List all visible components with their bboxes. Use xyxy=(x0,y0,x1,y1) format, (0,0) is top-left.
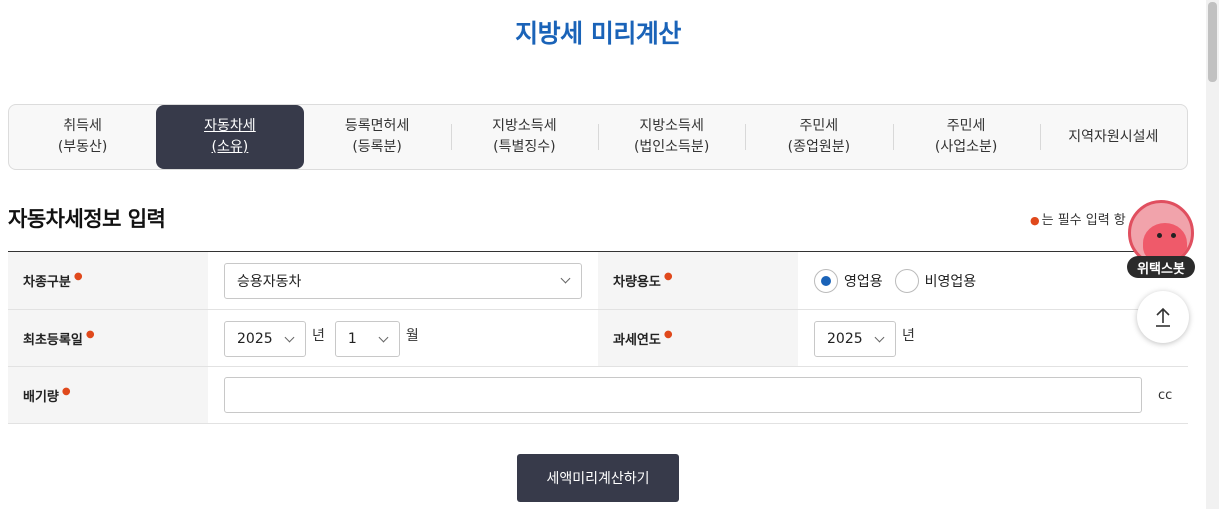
tab-sublabel: (종업원분) xyxy=(787,139,851,155)
tab-label: 자동차세 xyxy=(204,118,256,134)
tab-sublabel: (특별징수) xyxy=(493,139,556,155)
vehicle-type-label: 차종구분 ● xyxy=(8,252,208,309)
chevron-down-icon xyxy=(560,273,571,284)
tab-label: 등록면허세 xyxy=(344,118,410,134)
chevron-down-icon xyxy=(378,332,389,342)
vehicle-type-value: 승용자동차 xyxy=(237,273,302,290)
page-scrollbar[interactable] xyxy=(1206,0,1219,509)
registration-year-value: 2025 xyxy=(237,331,273,347)
chevron-down-icon xyxy=(874,332,885,342)
section-title: 자동차세정보 입력 xyxy=(8,207,166,231)
calculate-tax-button[interactable]: 세액미리계산하기 xyxy=(517,454,679,502)
tab-sublabel: (법인소득분) xyxy=(633,139,710,155)
vehicle-type-cell: 승용자동차 xyxy=(208,252,598,309)
year-unit: 년 xyxy=(902,328,915,344)
tab-label: 취득세 xyxy=(63,118,102,134)
tab-resident-tax-business[interactable]: 주민세 (사업소분) xyxy=(892,105,1040,169)
required-dot-icon: ● xyxy=(85,328,95,340)
tab-local-income-tax-corporate[interactable]: 지방소득세 (법인소득분) xyxy=(598,105,745,169)
tab-acquisition-tax[interactable]: 취득세 (부동산) xyxy=(9,105,156,169)
tax-year-label: 과세연도 ● xyxy=(598,310,798,366)
tab-label: 지역자원시설세 xyxy=(1068,128,1159,145)
month-unit: 월 xyxy=(405,328,419,344)
tab-sublabel: (사업소분) xyxy=(934,139,998,155)
form-row: 배기량 ● cc xyxy=(8,367,1188,424)
year-unit: 년 xyxy=(312,328,325,344)
registration-month-value: 1 xyxy=(347,331,357,347)
tab-registration-license-tax[interactable]: 등록면허세 (등록분) xyxy=(304,105,451,169)
first-registration-cell: 2025 년 1 월 xyxy=(208,310,598,366)
mascot-eye xyxy=(1171,233,1176,238)
field-label: 차종구분 xyxy=(23,275,71,290)
tab-resident-tax-employee[interactable]: 주민세 (종업원분) xyxy=(745,105,892,169)
tab-vehicle-tax[interactable]: 자동차세 (소유) xyxy=(156,105,304,169)
required-dot-icon: ● xyxy=(61,385,71,397)
form-row: 차종구분 ● 승용자동차 차량용도 ● 영업용 비영업용 xyxy=(8,252,1188,310)
required-dot-icon: ● xyxy=(663,271,673,282)
required-dot-icon: ● xyxy=(663,328,673,340)
vehicle-type-select[interactable]: 승용자동차 xyxy=(224,262,582,299)
vehicle-use-commercial-radio[interactable]: 영업용 xyxy=(814,268,883,293)
tab-regional-resource-facility-tax[interactable]: 지역자원시설세 xyxy=(1039,105,1187,169)
chatbot-widget[interactable]: 위택스봇 xyxy=(1126,198,1198,282)
first-registration-label: 최초등록일 ● xyxy=(8,310,208,366)
radio-label: 영업용 xyxy=(844,273,883,290)
radio-checked-icon xyxy=(814,268,838,293)
displacement-cell: cc xyxy=(208,367,1188,423)
tax-year-value: 2025 xyxy=(827,331,863,347)
tab-label: 주민세 xyxy=(946,118,986,134)
form-row: 최초등록일 ● 2025 년 1 월 과세연도 ● 2025 년 xyxy=(8,310,1188,367)
tax-year-select[interactable]: 2025 xyxy=(814,321,896,357)
page-title: 지방세 미리계산 xyxy=(515,19,681,48)
field-label: 배기량 xyxy=(23,389,59,405)
chevron-down-icon xyxy=(284,332,295,342)
field-label: 최초등록일 xyxy=(23,332,83,348)
tab-label: 지방소득세 xyxy=(492,118,557,134)
tab-sublabel: (소유) xyxy=(211,139,249,155)
radio-label: 비영업용 xyxy=(924,273,977,290)
required-note-text: 는 필수 입력 항 xyxy=(1041,213,1126,228)
tax-tabs: 취득세 (부동산) 자동차세 (소유) 등록면허세 (등록분) 지방소득세 (특… xyxy=(8,104,1188,170)
required-note: ● 는 필수 입력 항 xyxy=(1030,209,1126,228)
vehicle-tax-form: 차종구분 ● 승용자동차 차량용도 ● 영업용 비영업용 최초등록일 ● 202… xyxy=(8,251,1188,424)
tab-sublabel: (부동산) xyxy=(57,139,108,155)
displacement-input[interactable] xyxy=(224,377,1142,413)
arrow-up-icon xyxy=(1156,307,1170,327)
tab-sublabel: (등록분) xyxy=(352,139,402,155)
field-label: 차량용도 xyxy=(613,275,661,290)
vehicle-use-label: 차량용도 ● xyxy=(598,252,798,309)
mascot-eye xyxy=(1157,233,1162,238)
tax-year-cell: 2025 년 xyxy=(798,310,1188,366)
displacement-unit: cc xyxy=(1158,387,1173,403)
displacement-label: 배기량 ● xyxy=(8,367,208,423)
chatbot-label: 위택스봇 xyxy=(1127,256,1195,278)
registration-year-select[interactable]: 2025 xyxy=(224,321,306,357)
tab-label: 지방소득세 xyxy=(639,118,704,134)
registration-month-select[interactable]: 1 xyxy=(334,321,400,357)
scroll-to-top-button[interactable] xyxy=(1137,291,1189,343)
radio-unchecked-icon xyxy=(894,268,919,293)
vehicle-use-noncommercial-radio[interactable]: 비영업용 xyxy=(894,268,977,293)
tab-label: 주민세 xyxy=(799,118,839,134)
required-dot-icon: ● xyxy=(73,271,83,282)
required-dot-icon: ● xyxy=(1030,214,1040,227)
scrollbar-thumb[interactable] xyxy=(1208,2,1217,82)
tab-local-income-tax-withholding[interactable]: 지방소득세 (특별징수) xyxy=(450,105,598,169)
field-label: 과세연도 xyxy=(613,332,661,348)
